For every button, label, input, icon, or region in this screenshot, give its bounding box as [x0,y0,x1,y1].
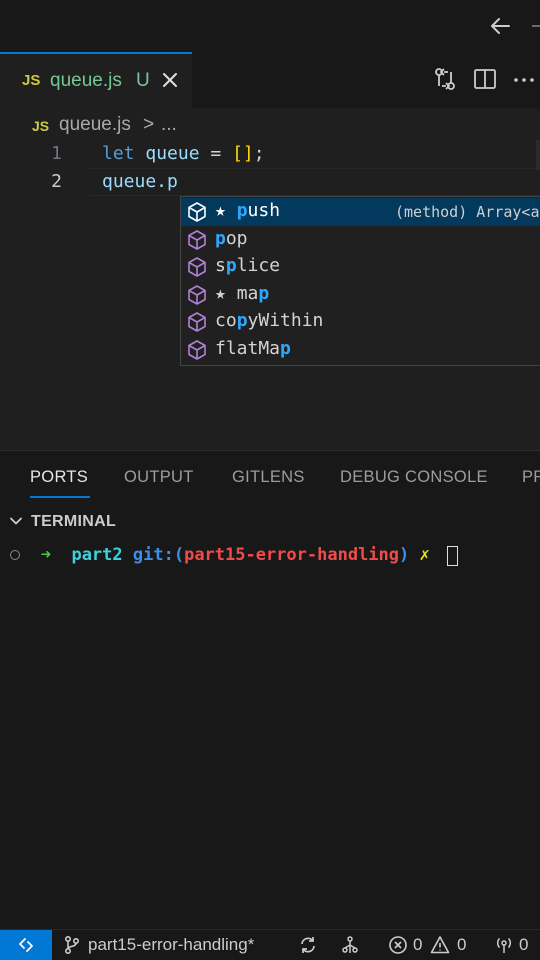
suggestion-item[interactable]: ★ push (method) Array<a [181,198,540,226]
identifier: queue [145,143,200,164]
tab-problems[interactable]: PR [522,468,540,487]
line-number: 2 [51,171,62,192]
editor-tab-bar: JS queue.js U [0,52,540,108]
tab-gitlens[interactable]: GITLENS [232,468,305,487]
prompt-git-close: ) [399,545,410,565]
keyword: let [102,143,135,164]
label-prefix: flatMa [215,337,281,359]
label-prefix: s [215,255,226,276]
suggestion-item[interactable]: copyWithin [181,308,540,336]
breadcrumb-file[interactable]: queue.js [59,114,131,136]
method-cube-icon [188,229,206,250]
tab-file-name: queue.js [50,70,122,91]
editor-scrollbar[interactable] [536,140,540,170]
line-number: 1 [51,143,62,164]
prompt-git-label: git:( [132,545,185,565]
suggestion-label: ★ push [215,200,280,221]
code-line-1[interactable]: let queue = []; [102,143,265,164]
dirty-marker: ✗ [419,545,430,565]
label-match: p [236,200,248,221]
close-icon[interactable] [160,70,180,90]
autocomplete-suggestions: ★ push (method) Array<a pop splice ★ map copy… [180,196,540,366]
label-rest: ush [247,200,281,221]
suggestion-label: pop [215,228,248,249]
operator: = [199,143,233,164]
label-match: p [236,310,248,331]
star-icon: ★ [215,282,237,304]
forward-arrow-icon[interactable] [532,25,540,27]
terminal-prompt[interactable]: ➜ part2 git:(part15-error-handling) ✗ [10,545,430,565]
chevron-right-icon: > [143,114,155,135]
branch-name[interactable]: part15-error-handling* [88,935,254,955]
error-count: 0 [413,935,423,954]
bottom-panel: PORTS OUTPUT GITLENS DEBUG CONSOLE PR TE… [0,451,540,929]
method-cube-icon [188,284,206,305]
remote-icon [19,938,33,952]
back-arrow-icon[interactable] [486,12,514,40]
terminal-title: TERMINAL [31,513,117,530]
prompt-directory: part2 [71,545,123,565]
tab-output[interactable]: OUTPUT [124,468,194,487]
warning-icon [430,936,450,954]
tab-debug-console[interactable]: DEBUG CONSOLE [340,468,488,487]
suggestion-label: copyWithin [215,310,323,331]
ports-indicator[interactable]: 0 [494,930,540,960]
method-cube-icon [188,339,206,360]
prompt-arrow-icon: ➜ [40,545,51,565]
broadcast-icon [497,937,511,953]
terminal-cursor [447,546,458,566]
suggestion-item[interactable]: splice [181,253,540,281]
suggestion-item[interactable]: ★ map [181,281,540,309]
label-rest: lice [236,255,281,276]
label-prefix: co [215,310,237,331]
suggestion-label: ★ map [215,283,269,304]
active-tab-indicator [30,496,90,498]
method-cube-icon [188,312,206,332]
suggestion-label: splice [215,255,280,276]
ports-count: 0 [519,935,529,954]
chevron-down-icon [10,517,22,525]
terminal-section-header[interactable]: TERMINAL [0,505,540,539]
suggestion-item[interactable]: flatMap [181,336,540,364]
title-bar [0,0,540,52]
javascript-file-icon: JS [22,72,41,89]
untracked-badge: U [136,70,150,91]
source-control-branch-icon [64,935,80,955]
label-match: p [280,337,291,359]
code-line-2[interactable]: queue.p [102,171,178,192]
git-graph-icon[interactable] [340,935,360,955]
remote-indicator[interactable] [0,930,52,960]
warning-count: 0 [457,935,467,954]
problems-indicator[interactable]: 0 0 [388,930,478,960]
label-prefix: ma [236,282,259,304]
star-icon: ★ [215,200,237,221]
method-cube-icon [188,202,206,222]
suggestion-detail: (method) Array<a [395,203,540,221]
error-icon [389,936,407,954]
breadcrumb-symbols[interactable]: ... [161,114,177,136]
suggestion-item[interactable]: pop [181,226,540,254]
split-editor-icon[interactable] [472,66,498,92]
label-rest: yWithin [247,310,324,331]
suggestion-label: flatMap [215,338,291,359]
javascript-file-icon: JS [32,118,50,134]
tab-queue-js[interactable]: JS queue.js U [0,52,192,108]
sync-icon[interactable] [298,935,318,955]
method-cube-icon [188,257,206,277]
label-match: p [225,255,237,276]
prompt-branch: part15-error-handling [184,545,400,565]
tab-ports[interactable]: PORTS [30,468,88,487]
more-actions-icon[interactable] [510,66,540,92]
label-rest: op [225,227,248,249]
compare-changes-icon[interactable] [432,66,458,92]
status-bar: part15-error-handling* 0 0 0 [0,929,540,960]
label-match: p [258,282,270,304]
label-match: p [215,227,226,249]
array-literal: [] [232,143,254,164]
semicolon: ; [253,143,265,164]
